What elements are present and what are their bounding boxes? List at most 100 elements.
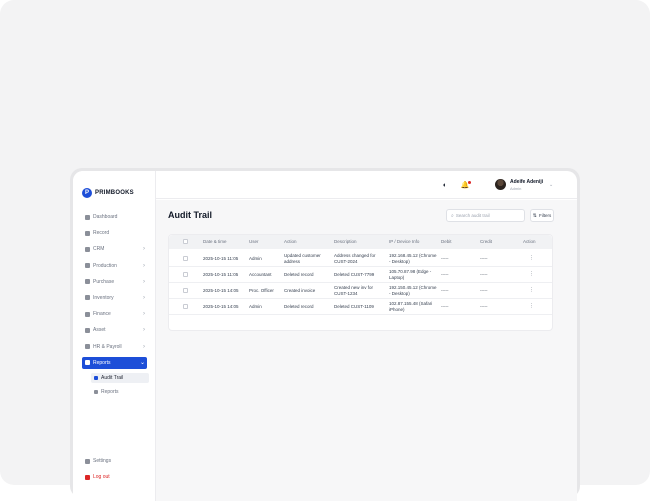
brand-logo[interactable]: P PRIMBOOKS [82, 188, 134, 198]
row-checkbox[interactable] [183, 288, 188, 293]
sidebar-item-record[interactable]: Record [82, 227, 147, 239]
chevron-right-icon: › [143, 327, 145, 334]
avatar[interactable] [495, 179, 506, 190]
chevron-right-icon: › [143, 262, 145, 269]
filter-icon: ⇅ [532, 212, 537, 219]
page-title: Audit Trail [168, 210, 213, 220]
cell-credit: ----- [480, 272, 488, 277]
sidebar-item-dashboard[interactable]: Dashboard [82, 211, 147, 223]
purchase-icon [85, 279, 90, 285]
column-header-user[interactable]: User [249, 239, 259, 245]
sidebar-item-label: CRM [93, 246, 105, 253]
production-icon [85, 263, 90, 269]
table-header: Date & time User Action Description IP /… [169, 235, 552, 249]
column-header-date[interactable]: Date & time [203, 239, 227, 245]
sidebar-item-finance[interactable]: Finance › [82, 308, 147, 320]
cell-description: Deleted CUST-1109 [334, 304, 374, 309]
cell-ip: 102.87.155.48 (Safari iPhone) [389, 301, 433, 312]
inventory-icon [85, 295, 90, 301]
sidebar-item-asset[interactable]: Asset › [82, 324, 147, 336]
cell-description: Created new inv for CUST-1234 [334, 285, 374, 296]
sidebar-item-label: Log out [93, 474, 110, 480]
user-role: Admin [510, 186, 522, 191]
sidebar-item-label: Record [93, 230, 110, 237]
sidebar-item-hr-payroll[interactable]: HR & Payroll › [82, 341, 147, 353]
column-header-row-action[interactable]: Action [523, 239, 536, 245]
sidebar-item-label: Settings [93, 458, 112, 464]
sidebar-item-inventory[interactable]: Inventory › [82, 292, 147, 304]
more-vertical-icon[interactable]: ⋮ [529, 271, 534, 277]
cell-debit: ----- [441, 304, 449, 309]
more-vertical-icon[interactable]: ⋮ [529, 255, 534, 261]
row-checkbox[interactable] [183, 272, 188, 277]
user-name[interactable]: Adeife Adeniji [510, 179, 543, 185]
report-icon [94, 389, 98, 394]
column-header-debit[interactable]: Debit [441, 239, 452, 245]
sidebar-item-logout[interactable]: Log out [82, 471, 147, 483]
cell-datetime: 2025-10-15 11:05 [203, 272, 239, 277]
cell-datetime: 2025-10-15 14:05 [203, 288, 239, 293]
column-header-ip[interactable]: IP / Device Info [389, 239, 419, 245]
sidebar-item-label: Finance [93, 311, 111, 318]
sidebar-subitem-label: Audit Trail [101, 374, 124, 381]
more-vertical-icon[interactable]: ⋮ [529, 287, 534, 293]
filters-button[interactable]: ⇅ Filters [530, 209, 554, 222]
more-vertical-icon[interactable]: ⋮ [529, 303, 534, 309]
row-checkbox[interactable] [183, 256, 188, 261]
sidebar-subitem-reports[interactable]: Reports [91, 387, 149, 397]
app-window: P PRIMBOOKS Dashboard Record CRM › Produ… [70, 168, 580, 501]
select-all-checkbox[interactable] [183, 239, 188, 244]
cell-user: Accountant [249, 272, 272, 277]
cell-credit: ----- [480, 304, 488, 309]
main-content: Audit Trail ⌕ ⇅ Filters Date & time User… [156, 200, 577, 501]
search-input[interactable] [455, 210, 516, 221]
sidebar-item-label: HR & Payroll [93, 343, 122, 350]
column-header-credit[interactable]: Credit [480, 239, 492, 245]
sidebar-item-production[interactable]: Production › [82, 260, 147, 272]
cell-datetime: 2025-10-15 14:05 [203, 304, 239, 309]
cell-user: Admin [249, 256, 262, 261]
audit-trail-icon [94, 375, 98, 380]
sidebar-item-label: Reports [93, 359, 111, 366]
sidebar-nav: Dashboard Record CRM › Production › Purc… [73, 211, 156, 401]
column-header-action[interactable]: Action [284, 239, 297, 245]
row-checkbox[interactable] [183, 304, 188, 309]
cell-debit: ----- [441, 288, 449, 293]
dashboard-icon [85, 214, 90, 220]
record-icon [85, 230, 90, 236]
table-row[interactable]: 2025-10-15 11:05 Admin Updated customer … [169, 251, 552, 267]
sidebar-item-settings[interactable]: Settings [82, 455, 147, 467]
sidebar-item-label: Inventory [93, 294, 114, 301]
audit-table: Date & time User Action Description IP /… [168, 234, 553, 331]
sidebar-item-label: Production [93, 262, 117, 269]
cell-action: Created invoice [284, 288, 316, 293]
sidebar-bottom: Settings Log out [73, 455, 156, 487]
cell-debit: ----- [441, 272, 449, 277]
crm-icon [85, 246, 90, 252]
column-header-description[interactable]: Description [334, 239, 357, 245]
cell-description: Deleted CUST-7799 [334, 272, 375, 277]
reports-icon [85, 360, 90, 366]
notification-dot [468, 181, 471, 184]
cell-action: Updated customer address [284, 253, 321, 264]
sidebar-item-reports[interactable]: Reports ⌄ [82, 356, 147, 369]
chevron-right-icon: › [143, 278, 145, 285]
cell-description: Address changed for CUST-2024 [334, 253, 376, 264]
table-row[interactable]: 2025-10-15 11:05 Accountant Deleted reco… [169, 267, 552, 283]
search-box[interactable]: ⌕ [446, 209, 525, 222]
logo-mark-icon: P [82, 188, 92, 198]
sidebar-item-label: Purchase [93, 278, 115, 285]
cell-credit: ----- [480, 288, 488, 293]
theme-toggle-icon[interactable]: ◐ [441, 181, 449, 189]
sidebar-item-crm[interactable]: CRM › [82, 243, 147, 255]
sidebar-subitem-audit-trail[interactable]: Audit Trail [91, 372, 149, 383]
sidebar: P PRIMBOOKS Dashboard Record CRM › Produ… [73, 171, 156, 501]
sidebar-item-purchase[interactable]: Purchase › [82, 276, 147, 288]
table-row[interactable]: 2025-10-15 14:05 Admin Deleted record De… [169, 299, 552, 315]
table-row[interactable]: 2025-10-15 14:05 Proc. Officer Created i… [169, 283, 552, 299]
chevron-down-icon[interactable]: ⌄ [549, 182, 553, 188]
app-screen: P PRIMBOOKS Dashboard Record CRM › Produ… [73, 171, 577, 501]
cell-datetime: 2025-10-15 11:05 [203, 256, 239, 261]
filters-label: Filters [538, 213, 552, 218]
sidebar-item-label: Dashboard [93, 214, 118, 220]
